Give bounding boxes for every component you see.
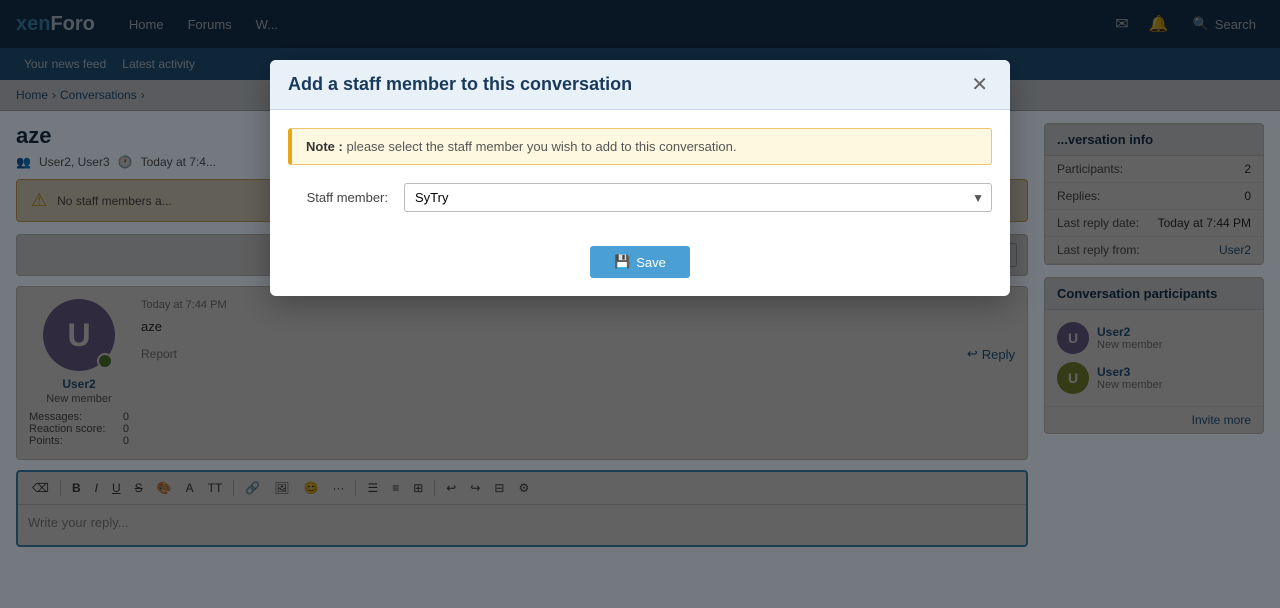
modal-footer: 💾 Save (270, 246, 1010, 296)
staff-member-select[interactable]: SyTry (404, 183, 992, 212)
staff-member-row: Staff member: SyTry ▼ (288, 183, 992, 212)
save-button[interactable]: 💾 Save (590, 246, 690, 278)
modal-dialog: Add a staff member to this conversation … (270, 60, 1010, 296)
staff-member-label: Staff member: (288, 190, 388, 205)
note-label: Note : (306, 139, 343, 154)
staff-member-select-wrapper: SyTry ▼ (404, 183, 992, 212)
modal-title: Add a staff member to this conversation (288, 74, 632, 95)
modal-overlay: Add a staff member to this conversation … (0, 0, 1280, 608)
modal-header: Add a staff member to this conversation … (270, 60, 1010, 110)
save-icon: 💾 (614, 254, 630, 270)
modal-note-box: Note : please select the staff member yo… (288, 128, 992, 165)
modal-close-button[interactable]: ✕ (967, 75, 992, 95)
modal-body: Note : please select the staff member yo… (270, 110, 1010, 246)
save-label: Save (636, 255, 666, 270)
note-text: please select the staff member you wish … (346, 139, 736, 154)
